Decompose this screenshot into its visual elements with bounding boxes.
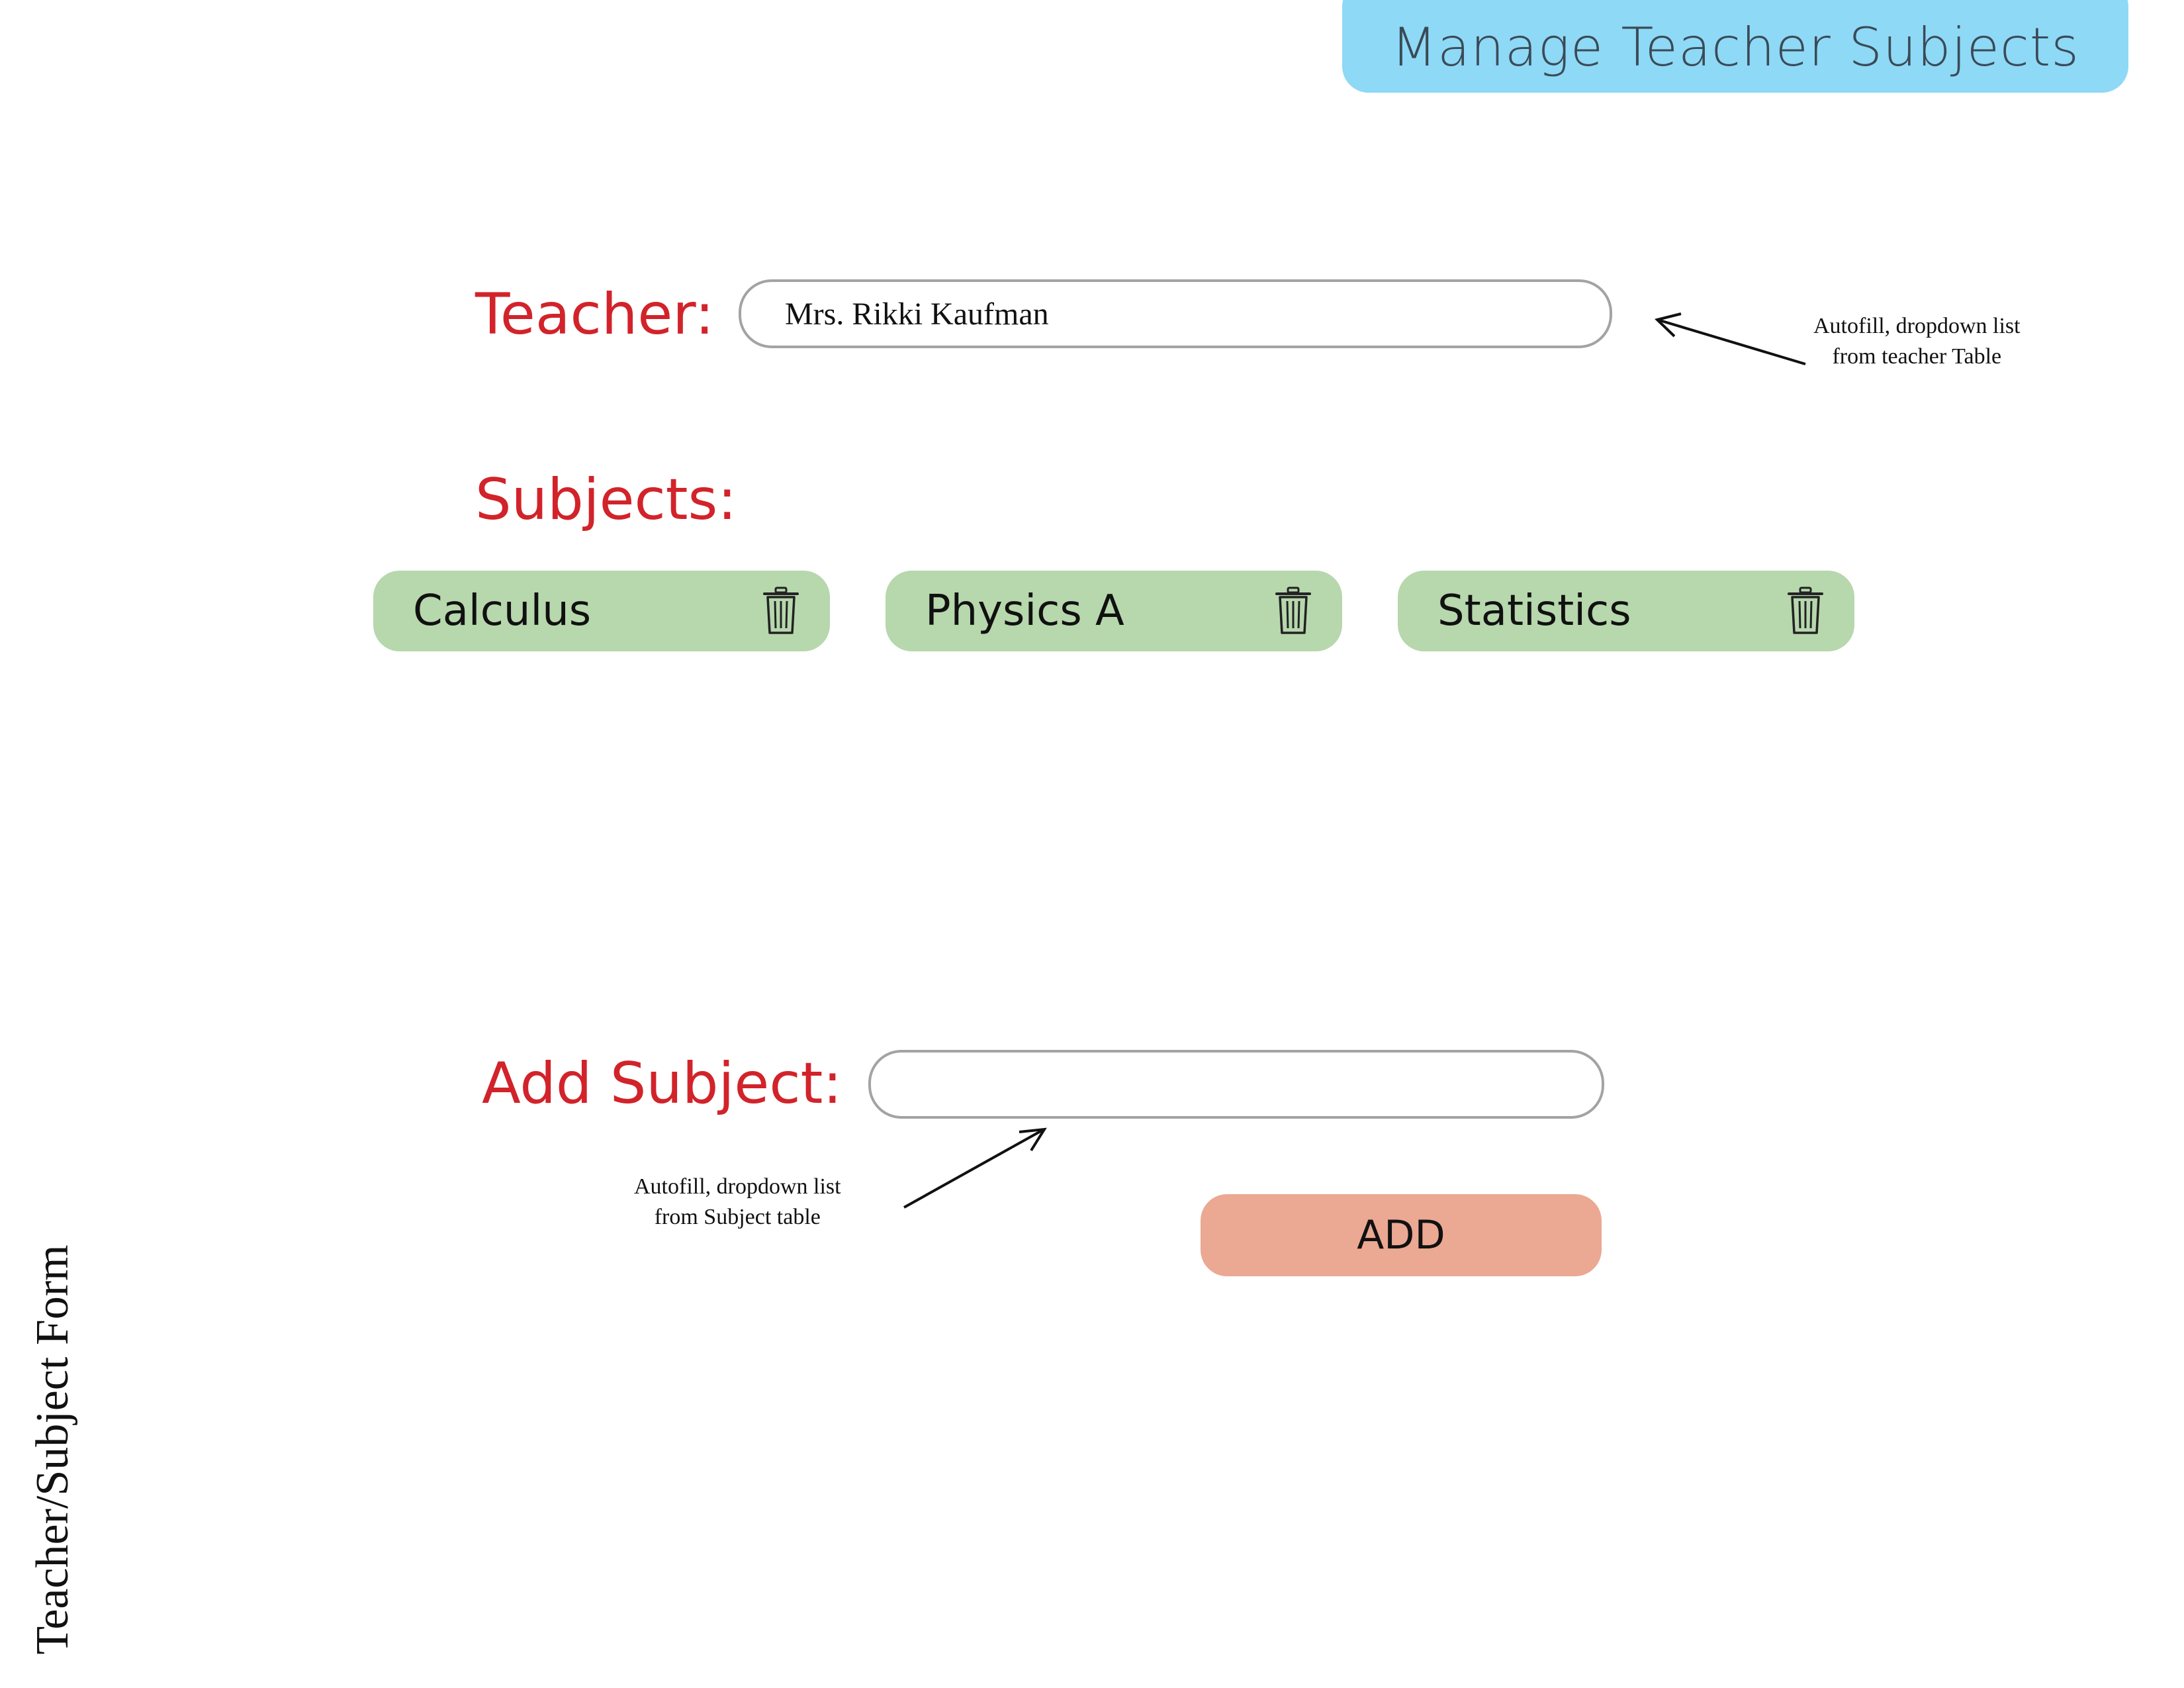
- side-title: Teacher/Subject Form: [27, 1244, 78, 1655]
- add-subject-input[interactable]: [868, 1050, 1604, 1119]
- add-button[interactable]: ADD: [1201, 1194, 1602, 1276]
- subject-chip-label: Statistics: [1437, 586, 1631, 635]
- subject-autofill-note: Autofill, dropdown list from Subject tab…: [634, 1172, 841, 1233]
- trash-icon[interactable]: [1275, 586, 1312, 635]
- teacher-input-value: Mrs. Rikki Kaufman: [785, 296, 1049, 332]
- teacher-autofill-note-line1: Autofill, dropdown list: [1813, 314, 2021, 338]
- subject-chip-physics-a: Physics A: [886, 571, 1342, 651]
- subjects-label: Subjects:: [475, 467, 737, 533]
- trash-icon[interactable]: [762, 586, 799, 635]
- teacher-input[interactable]: Mrs. Rikki Kaufman: [739, 279, 1612, 348]
- page-title: Manage Teacher Subjects: [1391, 17, 2079, 78]
- teacher-label: Teacher:: [475, 281, 715, 348]
- teacher-autofill-note: Autofill, dropdown list from teacher Tab…: [1813, 311, 2021, 372]
- annotation-arrows: [903, 312, 1806, 1209]
- subject-chip-statistics: Statistics: [1398, 571, 1854, 651]
- subject-chip-label: Calculus: [413, 586, 592, 635]
- teacher-note-arrow-icon: [1655, 312, 1806, 365]
- subject-autofill-note-line1: Autofill, dropdown list: [634, 1174, 841, 1199]
- trash-icon[interactable]: [1787, 586, 1824, 635]
- teacher-autofill-note-line2: from teacher Table: [1832, 344, 2002, 369]
- header-tab: Manage Teacher Subjects: [1342, 0, 2128, 93]
- subject-note-arrow-icon: [903, 1127, 1047, 1209]
- subject-autofill-note-line2: from Subject table: [654, 1205, 821, 1229]
- add-subject-label: Add Subject:: [482, 1051, 842, 1117]
- subject-chip-label: Physics A: [925, 586, 1124, 635]
- subject-chip-calculus: Calculus: [373, 571, 830, 651]
